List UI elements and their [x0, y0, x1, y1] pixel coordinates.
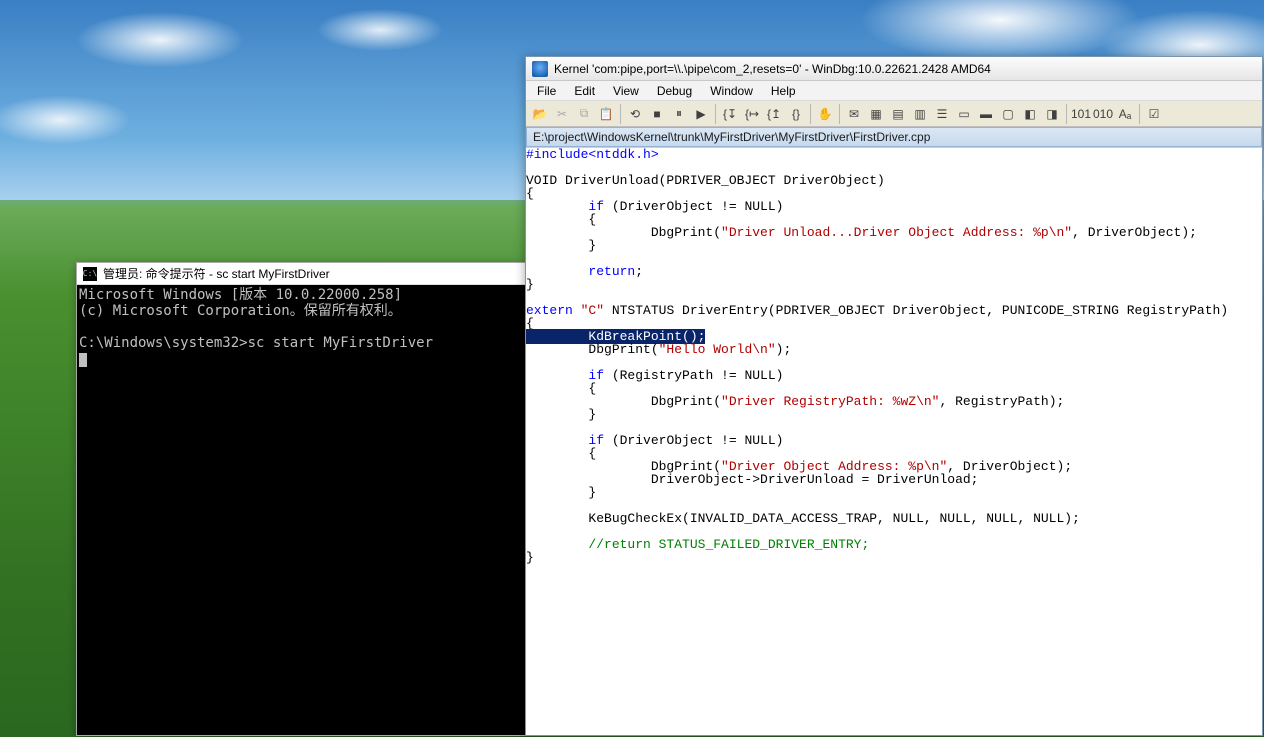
cmd-cursor — [79, 353, 87, 367]
run-to-icon[interactable]: {} — [785, 103, 807, 125]
windbg-source-view[interactable]: #include<ntddk.h> VOID DriverUnload(PDRI… — [526, 147, 1262, 735]
toolbar-separator — [1139, 104, 1140, 124]
paste-icon[interactable]: 📋 — [595, 103, 617, 125]
menu-edit[interactable]: Edit — [565, 82, 604, 100]
menu-debug[interactable]: Debug — [648, 82, 701, 100]
windbg-menubar[interactable]: FileEditViewDebugWindowHelp — [526, 81, 1262, 101]
threads-icon[interactable]: ◨ — [1041, 103, 1063, 125]
restart-icon[interactable]: ⟲ — [624, 103, 646, 125]
toolbar-separator — [715, 104, 716, 124]
callstack-icon[interactable]: ☰ — [931, 103, 953, 125]
memory-icon[interactable]: ▬ — [975, 103, 997, 125]
windbg-toolbar[interactable]: 📂✂⧉📋 ⟲■⏸▶ {↧{↦{↥{} ✋ ✉▦▤▥☰▭▬▢◧◨ 101010Aₐ ☑ — [526, 101, 1262, 127]
watch-icon[interactable]: ▥ — [909, 103, 931, 125]
bits-off-icon[interactable]: 010 — [1092, 103, 1114, 125]
windbg-titlebar[interactable]: Kernel 'com:pipe,port=\\.\pipe\com_2,res… — [526, 57, 1262, 81]
step-into-icon[interactable]: {↧ — [719, 103, 741, 125]
cmd-client-area[interactable]: Microsoft Windows [版本 10.0.22000.258] (c… — [77, 285, 528, 735]
step-over-icon[interactable]: {↦ — [741, 103, 763, 125]
windbg-title: Kernel 'com:pipe,port=\\.\pipe\com_2,res… — [554, 62, 991, 76]
hand-icon[interactable]: ✋ — [814, 103, 836, 125]
menu-file[interactable]: File — [528, 82, 565, 100]
copy-icon[interactable]: ⧉ — [573, 103, 595, 125]
go-icon[interactable]: ▶ — [690, 103, 712, 125]
windbg-document-path: E:\project\WindowsKernel\trunk\MyFirstDr… — [526, 127, 1262, 147]
windbg-path-text: E:\project\WindowsKernel\trunk\MyFirstDr… — [533, 130, 930, 144]
menu-window[interactable]: Window — [701, 82, 762, 100]
windbg-icon — [532, 61, 548, 77]
toolbar-separator — [839, 104, 840, 124]
disasm-icon[interactable]: ▭ — [953, 103, 975, 125]
windbg-window[interactable]: Kernel 'com:pipe,port=\\.\pipe\com_2,res… — [525, 56, 1263, 736]
processes-icon[interactable]: ◧ — [1019, 103, 1041, 125]
cut-icon[interactable]: ✂ — [551, 103, 573, 125]
registers-icon[interactable]: ▦ — [865, 103, 887, 125]
cmd-titlebar[interactable]: C:\ 管理员: 命令提示符 - sc start MyFirstDriver — [77, 263, 528, 285]
bits-on-icon[interactable]: 101 — [1070, 103, 1092, 125]
toolbar-separator — [620, 104, 621, 124]
cmd-icon: C:\ — [83, 267, 97, 281]
options-icon[interactable]: ☑ — [1143, 103, 1165, 125]
font-icon[interactable]: Aₐ — [1114, 103, 1136, 125]
open-icon[interactable]: 📂 — [529, 103, 551, 125]
break-icon[interactable]: ⏸ — [668, 103, 690, 125]
cmd-window[interactable]: C:\ 管理员: 命令提示符 - sc start MyFirstDriver … — [76, 262, 529, 736]
stop-icon[interactable]: ■ — [646, 103, 668, 125]
mail-icon[interactable]: ✉ — [843, 103, 865, 125]
command-icon[interactable]: ▢ — [997, 103, 1019, 125]
menu-view[interactable]: View — [604, 82, 648, 100]
menu-help[interactable]: Help — [762, 82, 805, 100]
toolbar-separator — [810, 104, 811, 124]
cmd-title: 管理员: 命令提示符 - sc start MyFirstDriver — [103, 265, 330, 282]
toolbar-separator — [1066, 104, 1067, 124]
step-out-icon[interactable]: {↥ — [763, 103, 785, 125]
locals-icon[interactable]: ▤ — [887, 103, 909, 125]
